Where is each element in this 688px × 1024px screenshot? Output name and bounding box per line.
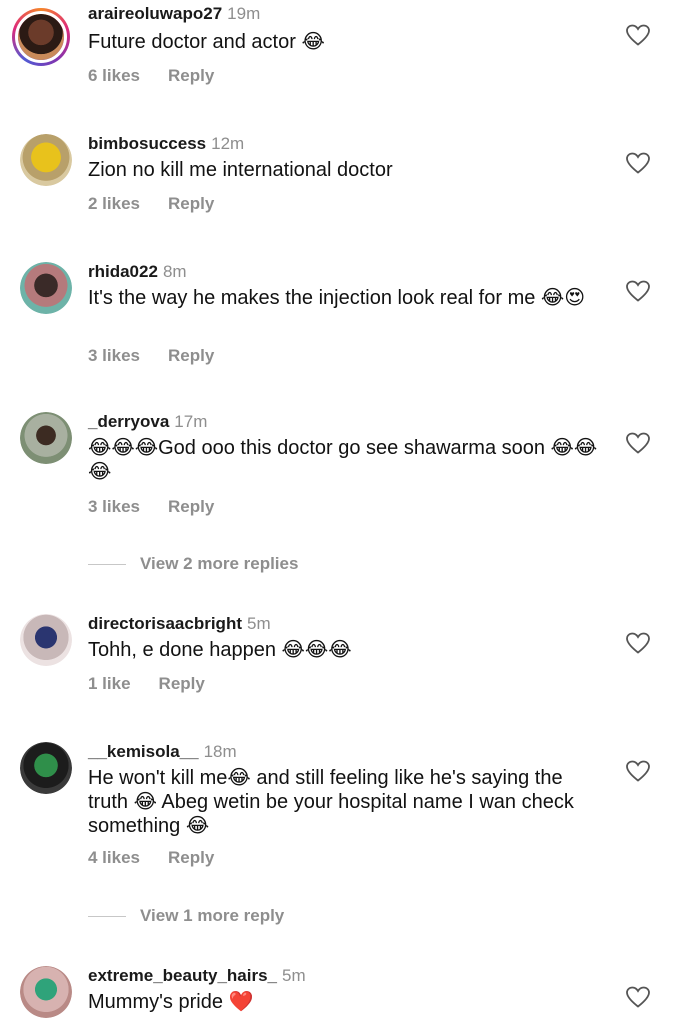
heart-outline-icon[interactable] xyxy=(626,152,650,174)
avatar[interactable] xyxy=(20,262,72,314)
timestamp: 18m xyxy=(203,742,237,761)
likes-count[interactable]: 3 likes xyxy=(88,497,140,516)
likes-count[interactable]: 4 likes xyxy=(88,848,140,867)
likes-count[interactable]: 1 like xyxy=(88,674,131,693)
avatar[interactable] xyxy=(12,8,70,66)
username[interactable]: extreme_beauty_hairs_ xyxy=(88,966,277,985)
avatar[interactable] xyxy=(20,614,72,666)
timestamp: 5m xyxy=(247,614,271,633)
reply-button[interactable]: Reply xyxy=(159,674,205,693)
likes-count[interactable]: 2 likes xyxy=(88,194,140,213)
timestamp: 5m xyxy=(282,966,306,985)
heart-outline-icon[interactable] xyxy=(626,632,650,654)
timestamp: 19m xyxy=(227,4,261,23)
avatar[interactable] xyxy=(20,742,72,794)
reply-button[interactable]: Reply xyxy=(168,346,214,365)
timestamp: 17m xyxy=(174,412,208,431)
username[interactable]: araireoluwapo27 xyxy=(88,4,222,23)
username[interactable]: _derryova xyxy=(88,412,169,431)
divider xyxy=(88,564,126,566)
view-more-replies-button[interactable]: View 2 more replies xyxy=(88,554,298,574)
comment-text: Future doctor and actor 😂 xyxy=(88,31,325,53)
likes-count[interactable]: 6 likes xyxy=(88,66,140,85)
avatar[interactable] xyxy=(20,966,72,1018)
username[interactable]: __kemisola__ xyxy=(88,742,199,761)
reply-button[interactable]: Reply xyxy=(168,848,214,867)
timestamp: 12m xyxy=(211,134,245,153)
timestamp: 8m xyxy=(162,262,187,281)
comment-text: Mummy's pride ❤️ xyxy=(88,991,254,1013)
heart-outline-icon[interactable] xyxy=(626,280,650,302)
comment-text: He won't kill me😂 and still feeling like… xyxy=(88,767,574,837)
heart-outline-icon[interactable] xyxy=(626,760,650,782)
username[interactable]: bimbosuccess xyxy=(88,134,206,153)
username[interactable]: rhida022 xyxy=(88,262,158,281)
divider xyxy=(88,916,126,918)
comment-text: Tohh, e done happen 😂😂😂 xyxy=(88,639,352,661)
view-more-replies-button[interactable]: View 1 more reply xyxy=(88,906,284,926)
avatar[interactable] xyxy=(20,134,72,186)
heart-outline-icon[interactable] xyxy=(626,24,650,46)
reply-button[interactable]: Reply xyxy=(168,66,214,85)
reply-button[interactable]: Reply xyxy=(168,497,214,516)
heart-outline-icon[interactable] xyxy=(626,986,650,1008)
avatar[interactable] xyxy=(20,412,72,464)
heart-outline-icon[interactable] xyxy=(626,432,650,454)
username[interactable]: directorisaacbright xyxy=(88,614,242,633)
reply-button[interactable]: Reply xyxy=(168,194,214,213)
comment-text: 😂😂😂God ooo this doctor go see shawarma s… xyxy=(88,437,598,483)
comment-text: It's the way he makes the injection look… xyxy=(88,287,586,309)
comment-text: Zion no kill me international doctor xyxy=(88,159,393,181)
likes-count[interactable]: 3 likes xyxy=(88,346,140,365)
